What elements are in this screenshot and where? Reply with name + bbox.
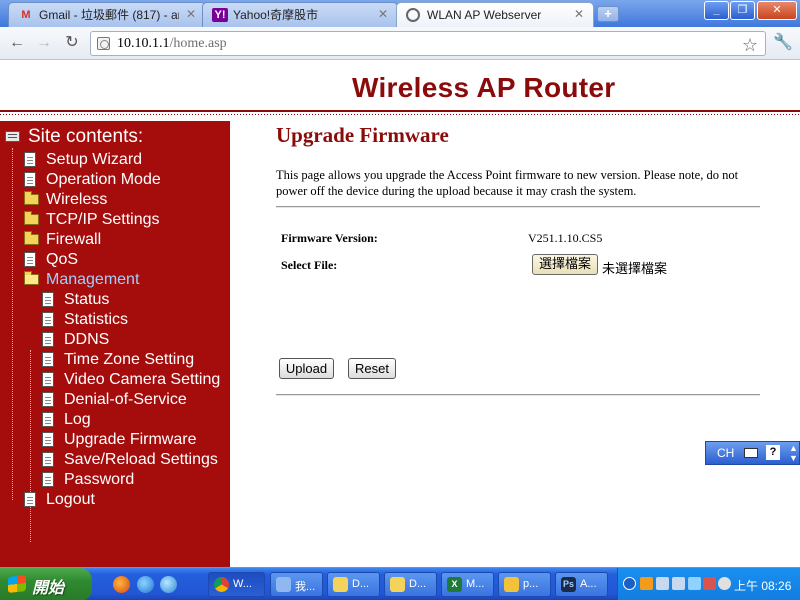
- tree-line: [12, 148, 13, 500]
- folder-icon: [333, 577, 348, 592]
- close-tab-icon[interactable]: ✕: [574, 7, 584, 22]
- page-title: Upgrade Firmware: [276, 123, 449, 147]
- back-arrow-icon[interactable]: ←: [6, 33, 28, 53]
- ime-language-label: CH: [717, 446, 735, 460]
- divider: [276, 394, 760, 396]
- router-page: Wireless AP Router Site contents: Setup …: [0, 60, 800, 567]
- forward-arrow-icon[interactable]: →: [33, 33, 55, 53]
- outlook-express-icon[interactable]: [160, 576, 177, 593]
- volume-icon[interactable]: [718, 577, 731, 590]
- page-icon: [24, 172, 36, 187]
- page-info-icon[interactable]: [97, 37, 110, 50]
- address-bar[interactable]: 10.10.1.1/home.asp ☆: [90, 31, 766, 56]
- no-file-selected-text: 未選擇檔案: [602, 262, 668, 277]
- tab-yahoo[interactable]: Y! Yahoo!奇摩股市 ✕: [202, 2, 398, 27]
- taskbar-button-search[interactable]: p...: [498, 572, 551, 597]
- folder-icon: [24, 191, 39, 205]
- page-icon: [24, 492, 36, 507]
- taskbar: 開始 W... 我... D... D... X M... p... Ps A.…: [0, 567, 800, 600]
- close-tab-icon[interactable]: ✕: [378, 7, 388, 22]
- wrench-menu-icon[interactable]: 🔧: [772, 33, 794, 53]
- ime-language-bar[interactable]: CH ? ▲ ▼: [705, 441, 800, 465]
- select-file-label: Select File:: [281, 258, 338, 272]
- keyboard-icon[interactable]: [744, 448, 758, 458]
- folder-icon: [390, 577, 405, 592]
- tab-gmail[interactable]: M Gmail - 垃圾郵件 (817) - and ✕: [8, 2, 206, 27]
- system-tray: 上午 08:26: [617, 568, 800, 600]
- yahoo-icon: Y!: [212, 8, 228, 22]
- internet-explorer-icon[interactable]: [137, 576, 154, 593]
- banner-title: Wireless AP Router: [352, 72, 616, 103]
- tab-label: Yahoo!奇摩股市: [233, 8, 319, 22]
- screen: M Gmail - 垃圾郵件 (817) - and ✕ Y! Yahoo!奇摩…: [0, 0, 800, 600]
- close-tab-icon[interactable]: ✕: [186, 7, 196, 22]
- firmware-version-label: Firmware Version:: [281, 231, 378, 245]
- tab-label: Gmail - 垃圾郵件 (817) - and: [39, 8, 179, 22]
- page-icon: [42, 312, 54, 327]
- reset-button[interactable]: Reset: [348, 358, 396, 379]
- bookmark-star-icon[interactable]: ☆: [740, 36, 760, 56]
- banner-divider: [0, 110, 800, 112]
- vlc-icon[interactable]: [640, 577, 653, 590]
- new-tab-button[interactable]: +: [597, 6, 619, 22]
- messenger-icon: [276, 577, 291, 592]
- sidebar: Site contents: Setup Wizard Operation Mo…: [0, 121, 230, 567]
- taskbar-button-folder-1[interactable]: D...: [327, 572, 380, 597]
- taskbar-button-messenger[interactable]: 我...: [270, 572, 323, 597]
- network-icon[interactable]: [656, 577, 669, 590]
- tab-wlan-webserver[interactable]: WLAN AP Webserver ✕: [396, 2, 594, 27]
- page-icon: [42, 292, 54, 307]
- page-icon: [42, 352, 54, 367]
- network-icon[interactable]: [672, 577, 685, 590]
- upload-button[interactable]: Upload: [279, 358, 334, 379]
- help-icon[interactable]: ?: [766, 445, 780, 460]
- page-icon: [42, 392, 54, 407]
- divider: [276, 206, 760, 208]
- browser-tab-strip: M Gmail - 垃圾郵件 (817) - and ✕ Y! Yahoo!奇摩…: [0, 0, 800, 27]
- url-text: 10.10.1.1/home.asp: [117, 36, 227, 51]
- minimize-button[interactable]: _: [704, 1, 729, 20]
- folder-open-icon: [24, 271, 39, 285]
- taskbar-button-folder-2[interactable]: D...: [384, 572, 437, 597]
- photoshop-icon: Ps: [561, 577, 576, 592]
- firefox-icon[interactable]: [113, 576, 130, 593]
- folder-icon: [24, 211, 39, 225]
- security-shield-icon[interactable]: [703, 577, 716, 590]
- reload-icon[interactable]: ↻: [61, 33, 83, 53]
- close-window-button[interactable]: ✕: [757, 1, 797, 20]
- gmail-icon: M: [21, 9, 31, 21]
- page-description: This page allows you upgrade the Access …: [276, 168, 739, 198]
- banner-divider-dotted: [0, 114, 800, 115]
- bluetooth-icon[interactable]: [688, 577, 701, 590]
- firmware-version-value: V251.1.10.CS5: [528, 231, 603, 245]
- page-icon: [24, 152, 36, 167]
- taskbar-button-chrome[interactable]: W...: [208, 572, 265, 597]
- taskbar-clock[interactable]: 上午 08:26: [734, 577, 791, 594]
- tab-label: WLAN AP Webserver: [427, 8, 542, 22]
- tree-line: [30, 350, 31, 542]
- maximize-button[interactable]: ❐: [730, 1, 755, 20]
- page-icon: [24, 252, 36, 267]
- page-icon: [42, 332, 54, 347]
- page-icon: [42, 452, 54, 467]
- site-contents-icon: [5, 131, 20, 142]
- page-icon: [42, 412, 54, 427]
- globe-icon: [406, 8, 420, 22]
- page-icon: [42, 472, 54, 487]
- start-button[interactable]: 開始: [0, 568, 92, 600]
- taskbar-button-photoshop[interactable]: Ps A...: [555, 572, 608, 597]
- folder-icon: [24, 231, 39, 245]
- excel-icon: X: [447, 577, 462, 592]
- browser-toolbar: ← → ↻ 10.10.1.1/home.asp ☆: [0, 27, 800, 60]
- page-icon: [42, 432, 54, 447]
- tray-expand-icon[interactable]: [623, 577, 636, 590]
- search-icon: [504, 577, 519, 592]
- ime-options-icon[interactable]: ▲ ▼: [789, 443, 798, 463]
- choose-file-button[interactable]: 選擇檔案: [532, 254, 598, 275]
- windows-logo-icon: [8, 575, 26, 593]
- page-icon: [42, 372, 54, 387]
- taskbar-button-excel[interactable]: X M...: [441, 572, 494, 597]
- chrome-icon: [214, 577, 229, 592]
